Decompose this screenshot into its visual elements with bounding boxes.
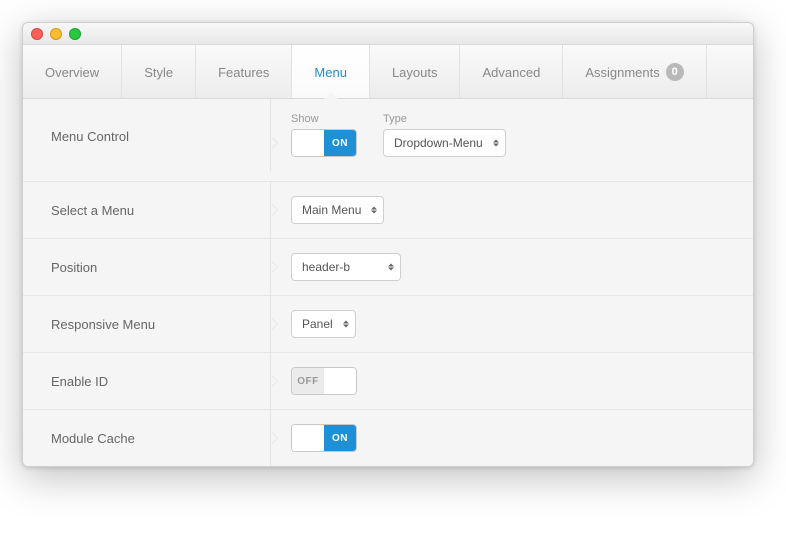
row-controls: ON — [271, 410, 753, 466]
chevron-updown-icon — [371, 207, 377, 214]
toggle-on-side — [324, 368, 356, 394]
row-controls: header-b — [271, 239, 753, 295]
row-controls: OFF — [271, 353, 753, 409]
row-label: Menu Control — [23, 99, 271, 144]
settings-rows: Menu Control Show ON Type Dropdown-Menu — [23, 99, 753, 466]
tab-layouts[interactable]: Layouts — [370, 45, 461, 98]
chevron-updown-icon — [493, 140, 499, 147]
toggle-off-side: OFF — [292, 368, 324, 394]
tab-label: Layouts — [392, 65, 438, 80]
responsive-select[interactable]: Panel — [291, 310, 356, 338]
row-label: Position — [23, 260, 271, 275]
toggle-off-side — [292, 425, 324, 451]
toggle-off-side — [292, 130, 324, 156]
row-select-menu: Select a Menu Main Menu — [23, 181, 753, 238]
field-label: Type — [383, 113, 506, 125]
tab-label: Assignments — [585, 65, 659, 80]
row-label: Module Cache — [23, 431, 271, 446]
field-type: Type Dropdown-Menu — [383, 113, 506, 157]
tab-assignments[interactable]: Assignments 0 — [563, 45, 706, 98]
assignments-badge: 0 — [666, 63, 684, 81]
select-value: header-b — [302, 260, 350, 274]
menu-select[interactable]: Main Menu — [291, 196, 384, 224]
row-position: Position header-b — [23, 238, 753, 295]
minimize-icon[interactable] — [50, 28, 62, 40]
tab-label: Style — [144, 65, 173, 80]
tab-style[interactable]: Style — [122, 45, 196, 98]
tab-label: Features — [218, 65, 269, 80]
window-titlebar — [23, 23, 753, 45]
select-value: Dropdown-Menu — [394, 136, 483, 150]
row-label: Enable ID — [23, 374, 271, 389]
close-icon[interactable] — [31, 28, 43, 40]
select-value: Main Menu — [302, 203, 361, 217]
module-cache-toggle[interactable]: ON — [291, 424, 357, 452]
field-label: Show — [291, 113, 357, 125]
row-menu-control: Menu Control Show ON Type Dropdown-Menu — [23, 99, 753, 181]
settings-window: Overview Style Features Menu Layouts Adv… — [22, 22, 754, 467]
tab-features[interactable]: Features — [196, 45, 292, 98]
tab-menu[interactable]: Menu — [292, 45, 370, 98]
chevron-updown-icon — [388, 264, 394, 271]
tab-overview[interactable]: Overview — [23, 45, 122, 98]
tab-label: Overview — [45, 65, 99, 80]
row-module-cache: Module Cache ON — [23, 409, 753, 466]
select-value: Panel — [302, 317, 333, 331]
tab-label: Advanced — [482, 65, 540, 80]
zoom-icon[interactable] — [69, 28, 81, 40]
row-controls: Show ON Type Dropdown-Menu — [271, 99, 753, 171]
row-enable-id: Enable ID OFF — [23, 352, 753, 409]
enable-id-toggle[interactable]: OFF — [291, 367, 357, 395]
row-controls: Panel — [271, 296, 753, 352]
show-toggle[interactable]: ON — [291, 129, 357, 157]
position-select[interactable]: header-b — [291, 253, 401, 281]
toggle-on-side: ON — [324, 425, 356, 451]
chevron-updown-icon — [343, 321, 349, 328]
row-label: Select a Menu — [23, 203, 271, 218]
row-controls: Main Menu — [271, 182, 753, 238]
row-responsive-menu: Responsive Menu Panel — [23, 295, 753, 352]
toggle-on-side: ON — [324, 130, 356, 156]
tab-advanced[interactable]: Advanced — [460, 45, 563, 98]
tab-bar: Overview Style Features Menu Layouts Adv… — [23, 45, 753, 99]
field-show: Show ON — [291, 113, 357, 157]
row-label: Responsive Menu — [23, 317, 271, 332]
type-select[interactable]: Dropdown-Menu — [383, 129, 506, 157]
tab-label: Menu — [314, 65, 347, 80]
